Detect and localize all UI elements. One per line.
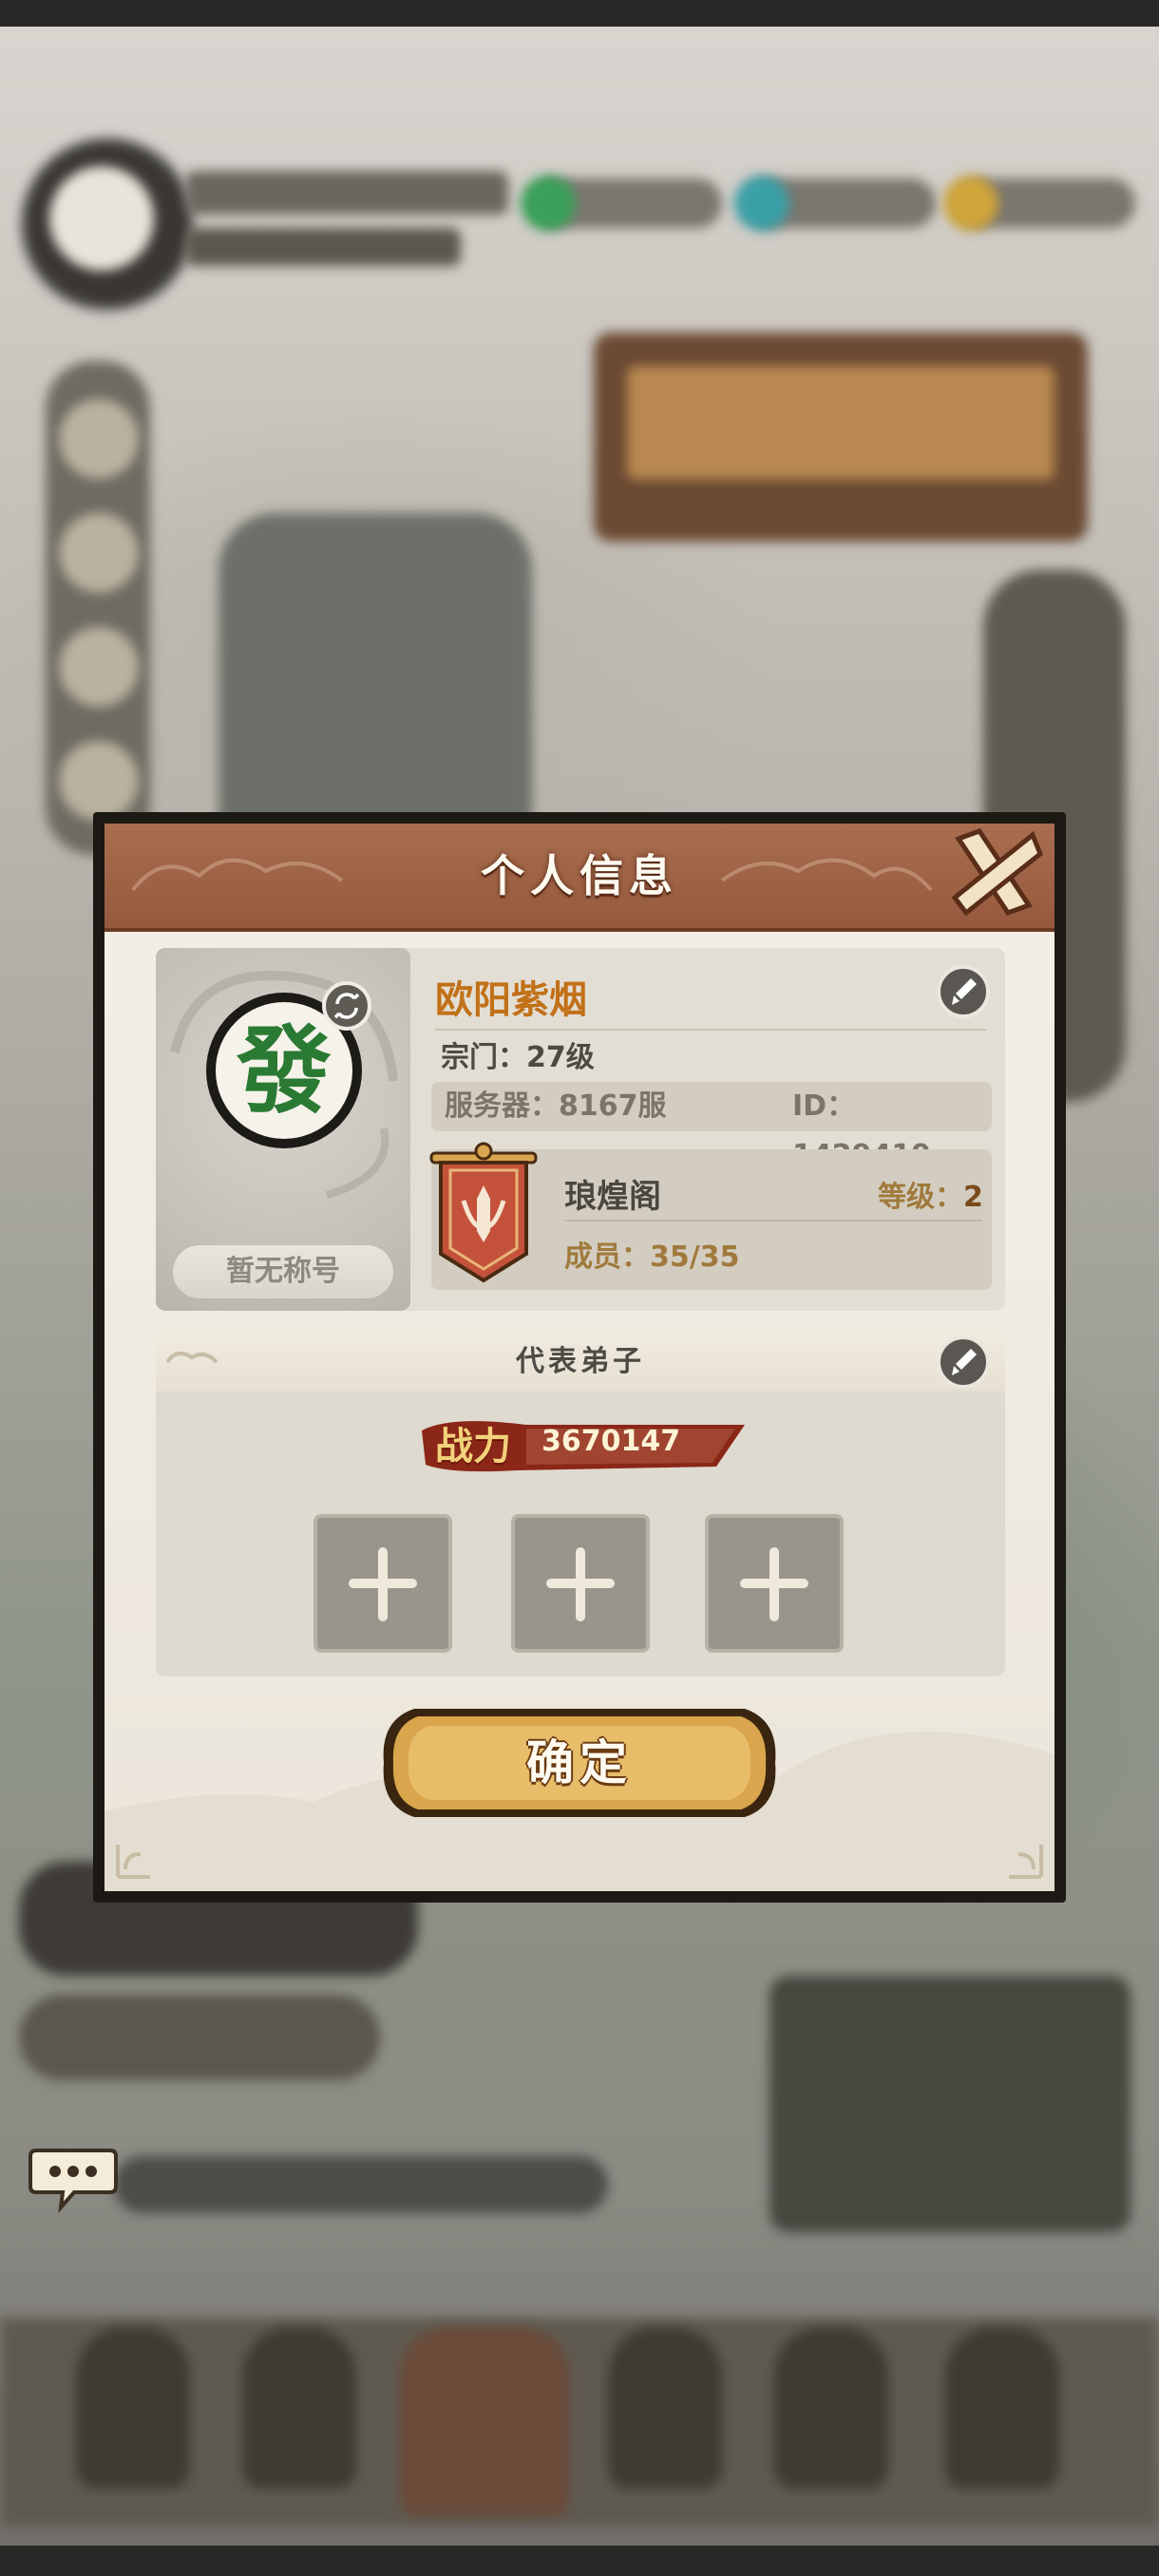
plus-icon (317, 1518, 448, 1649)
bottom-edge (0, 2546, 1159, 2576)
bg-menu-icon (59, 741, 139, 821)
personal-info-dialog: 个人信息 發 暂无称号 欧阳紫烟 宗门：27级 服务器：8167服 ID： 琅煌… (93, 812, 1072, 1909)
bg-nav-character (608, 2327, 722, 2489)
corner-ornament-right (1009, 1845, 1043, 1879)
disciple-slot-3[interactable] (705, 1514, 844, 1653)
bg-gold-icon (943, 176, 998, 231)
brush-edit-icon (952, 1349, 977, 1375)
representative-disciples-card: 代表弟子 战力 3670147 (156, 1333, 1005, 1676)
bg-menu-icon (59, 513, 139, 593)
guild-info-row[interactable]: 琅煌阁 等级：2 成员：35/35 (429, 1142, 992, 1290)
sect-level: 宗门：27级 (441, 1041, 595, 1074)
status-bar (0, 0, 1159, 27)
bg-task-panel-2 (19, 1995, 380, 2080)
combat-power-badge: 战力 3670147 (412, 1411, 754, 1480)
plus-icon (515, 1518, 646, 1649)
player-name: 欧阳紫烟 (435, 978, 587, 1022)
disciples-header: 代表弟子 (156, 1333, 1005, 1392)
power-value: 3670147 (542, 1425, 681, 1458)
server-label: 服务器：8167服 (445, 1089, 667, 1123)
player-title-plate[interactable]: 暂无称号 (173, 1245, 393, 1298)
guild-level: 等级：2 (878, 1173, 983, 1215)
bg-chat-bar (114, 2156, 608, 2213)
bg-level-bar (185, 228, 461, 266)
banner-flag-icon (429, 1142, 538, 1283)
bg-nav-character (76, 2327, 190, 2489)
corner-ornament-left (116, 1845, 150, 1879)
close-x-icon (951, 827, 1044, 917)
confirm-button[interactable]: 确定 (376, 1701, 783, 1825)
disciple-slot-1[interactable] (314, 1514, 452, 1653)
swap-arrows-icon (333, 993, 360, 1019)
plus-icon (709, 1518, 840, 1649)
disciple-slot-2[interactable] (511, 1514, 650, 1653)
chat-button[interactable] (27, 2145, 120, 2214)
chat-bubble-icon (28, 2149, 118, 2214)
bg-name-bar (185, 171, 508, 215)
edit-name-button[interactable] (937, 965, 990, 1018)
divider (435, 1029, 986, 1031)
divider (564, 1220, 982, 1222)
power-label: 战力 (435, 1424, 511, 1468)
dialog-header: 个人信息 (104, 824, 1054, 932)
cloud-tag-icon (165, 1352, 218, 1364)
bg-castle (218, 513, 532, 855)
bg-nav-character (945, 2327, 1059, 2489)
bg-menu-icon (59, 399, 139, 479)
bg-player-avatar-face (49, 166, 154, 271)
bg-nav-character (242, 2327, 356, 2489)
bg-gem-icon (734, 176, 789, 231)
guild-level-label: 等级： (878, 1181, 963, 1214)
guild-name: 琅煌阁 (564, 1178, 661, 1216)
confirm-label: 确定 (526, 1735, 633, 1790)
dialog-title: 个人信息 (481, 850, 678, 901)
close-button[interactable] (941, 822, 1051, 926)
guild-level-value: 2 (963, 1181, 983, 1214)
avatar-panel: 發 暂无称号 (156, 948, 410, 1311)
bg-event-banner-inner (627, 366, 1054, 480)
edit-disciples-button[interactable] (937, 1335, 990, 1389)
swap-avatar-button[interactable] (322, 981, 371, 1031)
bg-feature-grid (770, 1976, 1130, 2232)
bg-menu-icon (59, 627, 139, 707)
bg-jade-icon (521, 176, 576, 231)
guild-members: 成员：35/35 (564, 1241, 740, 1274)
player-info-card: 發 暂无称号 欧阳紫烟 宗门：27级 服务器：8167服 ID：1429419 (156, 948, 1005, 1311)
server-info-row: 服务器：8167服 ID：1429419 (431, 1082, 992, 1172)
bg-nav-character (399, 2327, 570, 2517)
bg-nav-character (774, 2327, 888, 2489)
brush-edit-icon (952, 978, 977, 1005)
